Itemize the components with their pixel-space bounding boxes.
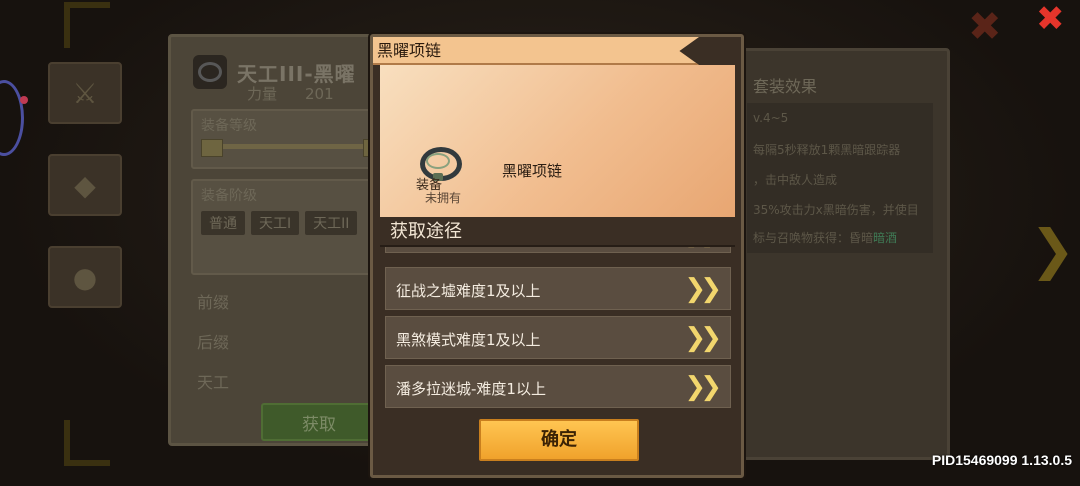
background-stat: 力量 201 [247,83,334,104]
background-equipment-panel: 天工ⅠⅠⅠ-黑曜 力量 201 装备等级 装备阶级 普通 天工I 天工II 前缀 … [168,34,395,446]
frame-corner [64,2,110,48]
modal-title: 黑曜项链 [373,37,699,65]
notification-dot [20,96,28,104]
accessory-tab-icon: ● [48,246,122,308]
attr-label-tiangong: 天工 [197,373,230,392]
level-label: 装备等级 [201,118,257,134]
arrow-right-icon: ❯❯ [684,323,721,353]
attr-label-suffix: 后缀 [197,333,230,352]
background-category-tabs: ⚔ ◆ ● [48,62,122,338]
set-effect-text: 标与召唤物获得：昏暗 [753,231,874,245]
arrow-right-icon: ❯❯ [684,274,721,304]
background-tier-box: 装备阶级 普通 天工I 天工II [191,179,395,275]
side-arc-decoration [0,80,24,156]
background-get-button: 获取 [261,403,377,441]
background-set-effect-panel: 套装效果 v.4~5 每隔5秒释放1颗黑暗跟踪器 ，击中敌人造成 35%攻击力x… [736,48,950,460]
source-row[interactable]: 黑煞模式难度1及以上 ❯❯ [385,316,731,359]
stat-value: 201 [305,85,334,103]
tier-chip: 天工I [251,211,300,235]
set-effect-line: ，击中敌人造成 [753,173,838,187]
source-row[interactable]: 潘多拉迷城-难度1以上 ❯❯ [385,365,731,408]
stat-label: 力量 [247,85,278,103]
sources-title: 获取途径 [380,217,735,247]
tier-chips: 普通 天工I 天工II [201,211,385,235]
source-row-partial[interactable]: ❯❯ [385,247,731,253]
item-owned-status: 未拥有 [424,191,461,205]
set-effect-title: 套装效果 [753,77,818,96]
source-label: 征战之墟难度1及以上 [396,282,541,300]
source-row[interactable]: 征战之墟难度1及以上 ❯❯ [385,267,731,310]
item-name: 黑曜项链 [502,162,563,180]
attr-label-prefix: 前缀 [197,293,230,312]
tier-chip: 天工II [305,211,358,235]
level-slider [201,139,385,157]
background-top-banner [420,0,690,37]
confirm-button[interactable]: 确定 [479,419,639,461]
background-close-icon: ✖ [968,4,1002,50]
set-effect-line: 标与召唤物获得：昏暗暗酒 [753,229,897,246]
tier-chip: 普通 [201,211,245,235]
set-effect-highlight: 暗酒 [873,231,898,245]
item-source-modal: 黑曜项链 黑曜项链 装备 未拥有 获取途径 ❯❯ 征战之墟难度1及以上 ❯❯ 黑… [370,34,744,478]
necklace-icon [193,55,227,89]
arrow-right-icon: ❯❯ [684,372,721,402]
frame-corner [64,420,110,466]
close-icon[interactable]: ✖ [1036,2,1065,36]
tier-label: 装备阶级 [201,188,257,204]
armor-tab-icon: ◆ [48,154,122,216]
source-label: 潘多拉迷城-难度1以上 [396,380,546,398]
set-effect-line: 每隔5秒释放1颗黑暗跟踪器 [753,143,901,157]
background-level-box: 装备等级 [191,109,395,169]
arrow-right-icon: ❯❯ [684,247,721,248]
sources-list[interactable]: ❯❯ 征战之墟难度1及以上 ❯❯ 黑煞模式难度1及以上 ❯❯ 潘多拉迷城-难度1… [385,247,733,413]
pid-version-label: PID15469099 1.13.0.5 [931,452,1072,468]
weapon-tab-icon: ⚔ [48,62,122,124]
set-effect-line: v.4~5 [753,111,789,125]
source-label: 黑煞模式难度1及以上 [396,331,541,349]
next-page-chevron-icon: ❯ [1030,218,1076,281]
set-effect-line: 35%攻击力x黑暗伤害，并使目 [753,203,919,217]
